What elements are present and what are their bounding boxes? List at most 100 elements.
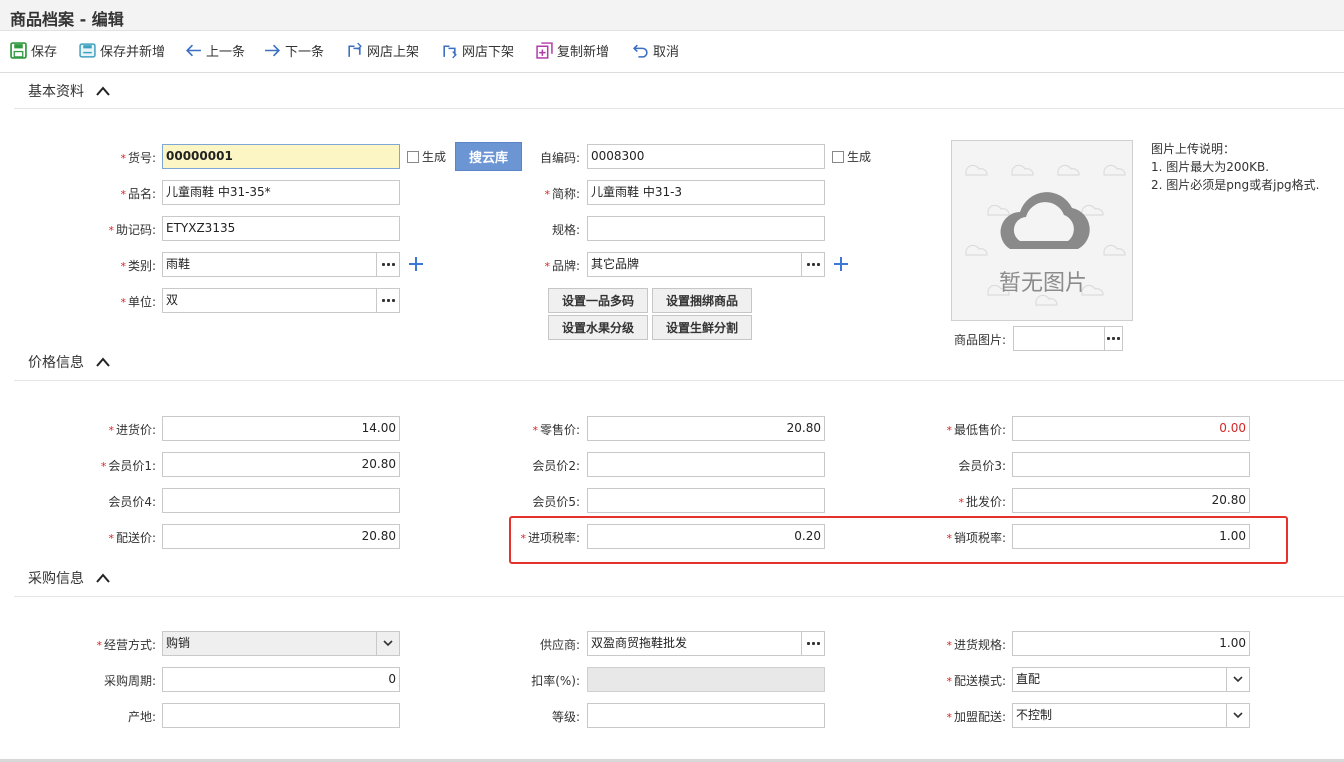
save-new-icon — [79, 42, 96, 58]
chevron-up-icon — [96, 86, 110, 96]
business-mode-dropdown-button[interactable] — [376, 631, 400, 656]
supplier-field[interactable]: 双盈商贸拖鞋批发 — [587, 631, 802, 656]
mnemonic-label: * 助记码: — [108, 223, 156, 237]
shelf-off-button[interactable]: 网店下架 — [441, 40, 514, 60]
copy-new-button[interactable]: 复制新增 — [536, 40, 609, 60]
franchise-delivery-dropdown-button[interactable] — [1226, 703, 1250, 728]
undo-icon — [632, 44, 648, 58]
item-no-label: * 货号: — [120, 151, 156, 165]
delivery-mode-dropdown-button[interactable] — [1226, 667, 1250, 692]
min-price-field[interactable]: 0.00 — [1012, 416, 1250, 441]
item-no-field[interactable]: 00000001 — [162, 144, 400, 169]
origin-field[interactable] — [162, 703, 400, 728]
next-button[interactable]: 下一条 — [264, 40, 324, 60]
save-and-new-label: 保存并新增 — [100, 44, 166, 60]
shelf-on-button[interactable]: 网店上架 — [346, 40, 419, 60]
generate-checkbox-1[interactable]: 生成 — [407, 148, 446, 165]
short-name-field[interactable]: 儿童雨鞋 中31-3 — [587, 180, 825, 205]
fresh-cut-button[interactable]: 设置生鲜分割 — [652, 315, 752, 340]
franchise-delivery-select[interactable]: 不控制 — [1012, 703, 1227, 728]
retail-price-label: * 零售价: — [532, 423, 580, 437]
prev-label: 上一条 — [206, 44, 246, 60]
grade-label: 等级: — [551, 710, 580, 724]
unit-field[interactable]: 双 — [162, 288, 377, 313]
section-divider — [14, 596, 1344, 597]
member-price-4-label: 会员价4: — [108, 495, 156, 509]
generate-checkbox-2[interactable]: 生成 — [832, 148, 871, 165]
section-price-title: 价格信息 — [28, 355, 84, 371]
category-picker-button[interactable] — [376, 252, 400, 277]
supplier-label: 供应商: — [539, 638, 580, 652]
category-field[interactable]: 雨鞋 — [162, 252, 377, 277]
member-price-5-label: 会员价5: — [532, 495, 580, 509]
purchase-spec-field[interactable]: 1.00 — [1012, 631, 1250, 656]
mnemonic-field[interactable]: ETYXZ3135 — [162, 216, 400, 241]
unit-label: * 单位: — [120, 295, 156, 309]
member-price-1-field[interactable]: 20.80 — [162, 452, 400, 477]
shelf-down-icon — [443, 44, 457, 58]
add-brand-icon[interactable] — [833, 256, 849, 272]
delivery-mode-select[interactable]: 直配 — [1012, 667, 1227, 692]
supplier-picker-button[interactable] — [801, 631, 825, 656]
prev-button[interactable]: 上一条 — [185, 40, 245, 60]
add-category-icon[interactable] — [408, 256, 424, 272]
section-purchase-title: 采购信息 — [28, 571, 84, 587]
delivery-price-field[interactable]: 20.80 — [162, 524, 400, 549]
shelf-on-label: 网店上架 — [367, 44, 420, 60]
min-price-label: * 最低售价: — [946, 423, 1006, 437]
highlight-box — [509, 516, 1288, 564]
copy-add-icon — [536, 41, 553, 59]
unit-picker-button[interactable] — [376, 288, 400, 313]
short-name-label: * 简称: — [544, 187, 580, 201]
retail-price-field[interactable]: 20.80 — [587, 416, 825, 441]
purchase-cycle-field[interactable]: 0 — [162, 667, 400, 692]
member-price-3-field[interactable] — [1012, 452, 1250, 477]
next-label: 下一条 — [285, 44, 325, 60]
spec-field[interactable] — [587, 216, 825, 241]
name-field[interactable]: 儿童雨鞋 中31-35* — [162, 180, 400, 205]
multi-code-button[interactable]: 设置一品多码 — [548, 288, 648, 313]
section-divider — [14, 108, 1344, 109]
purchase-price-field[interactable]: 14.00 — [162, 416, 400, 441]
member-price-2-field[interactable] — [587, 452, 825, 477]
purchase-spec-label: * 进货规格: — [946, 638, 1006, 652]
product-image-placeholder[interactable]: 暂无图片 — [951, 140, 1133, 321]
search-cloud-button[interactable]: 搜云库 — [455, 142, 522, 171]
fruit-grade-button[interactable]: 设置水果分级 — [548, 315, 648, 340]
product-image-field[interactable] — [1013, 326, 1105, 351]
chevron-up-icon — [96, 357, 110, 367]
chevron-up-icon — [96, 573, 110, 583]
toolbar: 保存 保存并新增 上一条 下一条 网店上架 网店下架 复制新增 取消 — [0, 31, 1344, 73]
member-price-5-field[interactable] — [587, 488, 825, 513]
discount-rate-field[interactable] — [587, 667, 825, 692]
member-price-3-label: 会员价3: — [958, 459, 1006, 473]
arrow-right-icon — [265, 44, 281, 56]
upload-title: 图片上传说明： — [1151, 142, 1236, 156]
bundle-button[interactable]: 设置捆绑商品 — [652, 288, 752, 313]
grade-field[interactable] — [587, 703, 825, 728]
wholesale-price-field[interactable]: 20.80 — [1012, 488, 1250, 513]
member-price-4-field[interactable] — [162, 488, 400, 513]
chevron-down-icon — [1233, 712, 1243, 719]
shelf-off-label: 网店下架 — [462, 44, 515, 60]
section-purchase-header[interactable]: 采购信息 — [28, 568, 110, 588]
section-price-header[interactable]: 价格信息 — [28, 352, 110, 372]
image-picker-button[interactable] — [1104, 326, 1123, 351]
save-button[interactable]: 保存 — [10, 40, 57, 60]
window-titlebar: 商品档案 - 编辑 — [0, 0, 1344, 31]
category-label: * 类别: — [120, 259, 156, 273]
business-mode-label: * 经营方式: — [96, 638, 156, 652]
franchise-delivery-label: * 加盟配送: — [946, 710, 1006, 724]
delivery-mode-label: * 配送模式: — [946, 674, 1006, 688]
self-code-field[interactable]: 0008300 — [587, 144, 825, 169]
brand-picker-button[interactable] — [801, 252, 825, 277]
member-price-1-label: * 会员价1: — [100, 459, 156, 473]
save-and-new-button[interactable]: 保存并新增 — [79, 40, 165, 60]
upload-rule-2: 2. 图片必须是png或者jpg格式. — [1151, 178, 1320, 192]
brand-field[interactable]: 其它品牌 — [587, 252, 802, 277]
save-icon — [10, 41, 27, 59]
business-mode-select[interactable]: 购销 — [162, 631, 377, 656]
name-label: * 品名: — [120, 187, 156, 201]
section-basic-header[interactable]: 基本资料 — [28, 81, 110, 101]
cancel-button[interactable]: 取消 — [632, 40, 679, 60]
